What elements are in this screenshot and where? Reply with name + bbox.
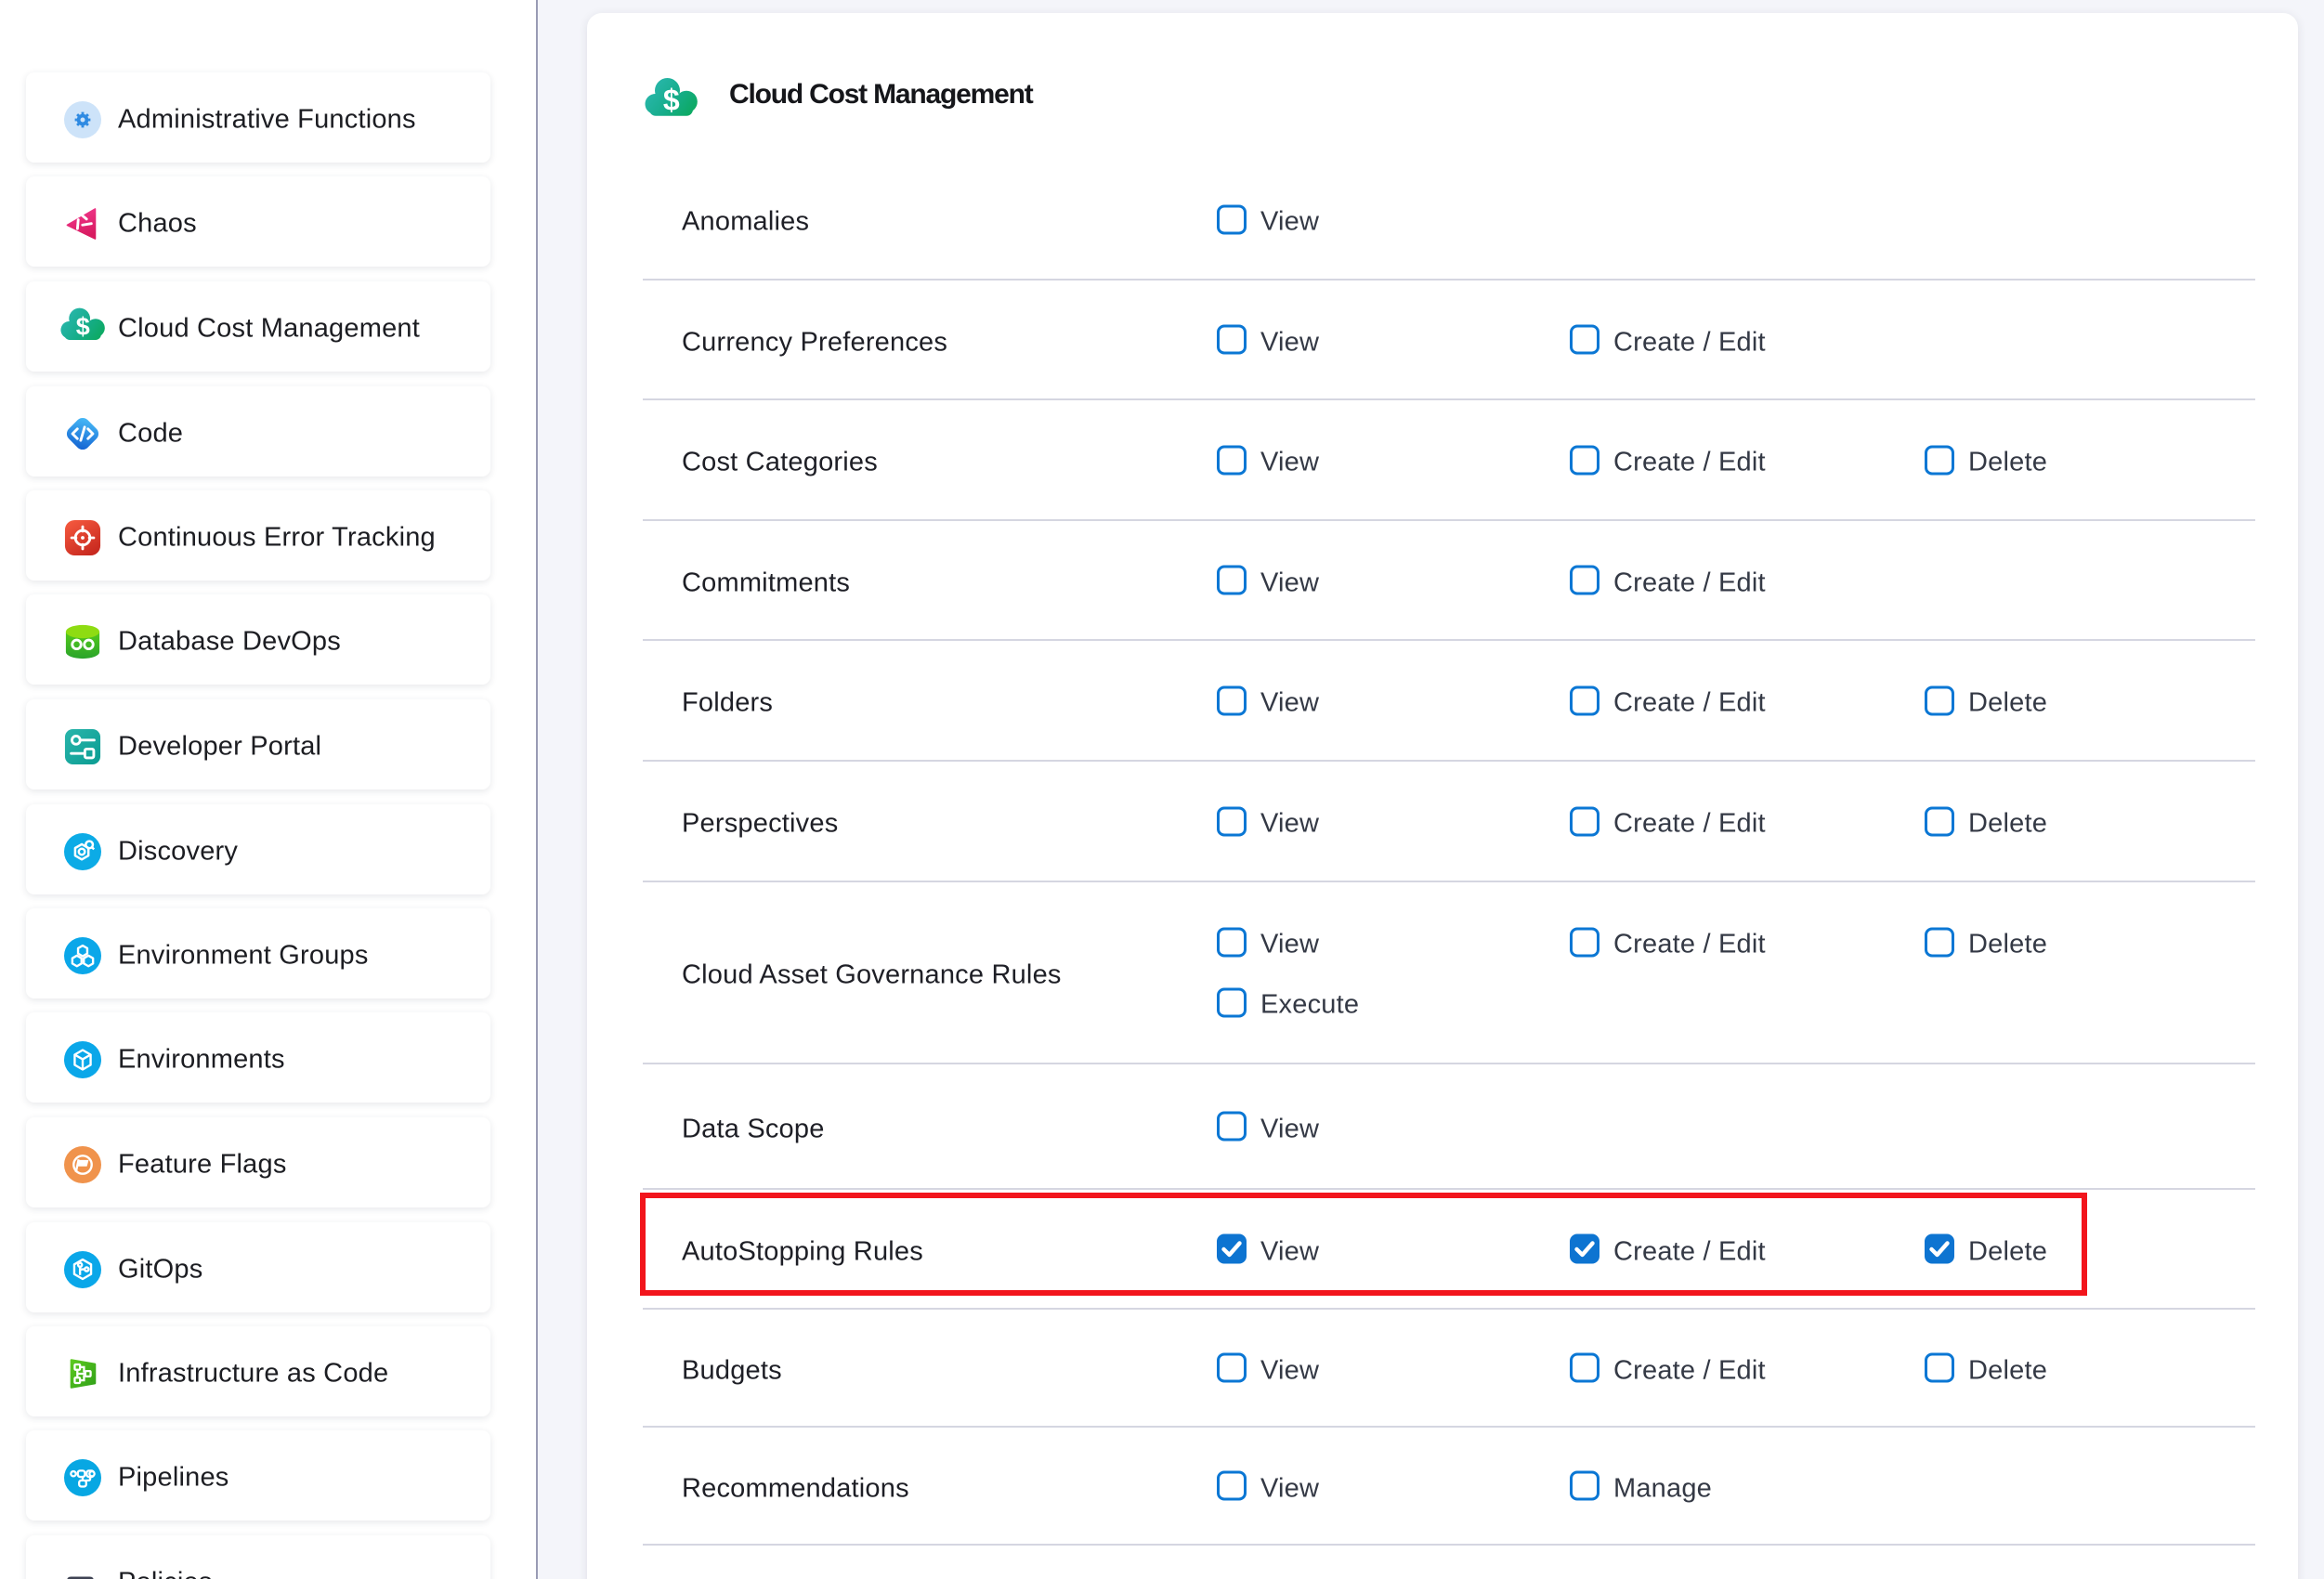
svg-text:$: $ bbox=[663, 84, 680, 117]
svg-text:$: $ bbox=[76, 312, 90, 340]
